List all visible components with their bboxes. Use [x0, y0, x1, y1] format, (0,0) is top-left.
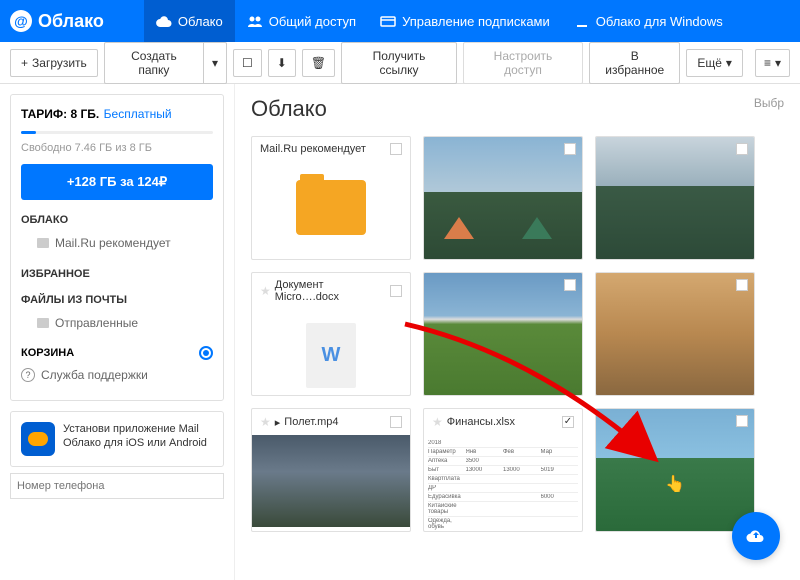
- file-name: Mail.Ru рекомендует: [260, 143, 366, 155]
- star-icon[interactable]: ★: [260, 284, 271, 298]
- download-arrow-icon: ⬇: [277, 56, 287, 70]
- upload-button[interactable]: +Загрузить: [10, 49, 98, 77]
- cloud-icon: [156, 13, 172, 29]
- brand-logo[interactable]: @ Облако: [10, 10, 104, 32]
- more-button[interactable]: Ещё ▾: [686, 49, 743, 77]
- nav-cloud[interactable]: Облако: [144, 0, 235, 42]
- file-checkbox[interactable]: [736, 279, 748, 291]
- at-icon: @: [10, 10, 32, 32]
- sidebar: ТАРИФ: 8 ГБ. Бесплатный Свободно 7.46 ГБ…: [0, 84, 235, 580]
- file-checkbox[interactable]: [562, 416, 574, 428]
- nav-shared[interactable]: Общий доступ: [235, 0, 368, 42]
- tariff-label: ТАРИФ: 8 ГБ.: [21, 107, 99, 121]
- section-cloud: ОБЛАКО: [21, 214, 213, 226]
- brand-text: Облако: [38, 11, 104, 32]
- section-favorites: ИЗБРАННОЕ: [21, 268, 213, 280]
- spreadsheet-preview: 2018ПараметрЯнвФевМарАптека3500Быт130001…: [424, 435, 582, 527]
- trash-radio-icon[interactable]: [199, 346, 213, 360]
- folder-icon: [37, 238, 49, 248]
- checkbox-icon: ☐: [242, 56, 253, 70]
- file-checkbox[interactable]: [390, 285, 402, 297]
- file-checkbox[interactable]: [390, 143, 402, 155]
- section-trash[interactable]: КОРЗИНА: [21, 347, 74, 359]
- folder-icon: [37, 318, 49, 328]
- download-button[interactable]: ⬇: [268, 49, 296, 77]
- delete-button[interactable]: 🗑: [302, 49, 335, 77]
- file-card-docx[interactable]: ★ Документ Micro….docx W: [251, 272, 411, 396]
- plus-icon: +: [21, 56, 28, 70]
- section-mailfiles: ФАЙЛЫ ИЗ ПОЧТЫ: [21, 294, 213, 306]
- select-hint: Выбр: [754, 96, 784, 122]
- storage-progress: [21, 131, 213, 134]
- card-icon: [380, 13, 396, 29]
- upgrade-button[interactable]: +128 ГБ за 124₽: [21, 164, 213, 200]
- top-header: @ Облако Облако Общий доступ Управление …: [0, 0, 800, 42]
- toolbar: +Загрузить Создать папку ▾ ☐ ⬇ 🗑 Получит…: [0, 42, 800, 84]
- configure-access-button[interactable]: Настроить доступ: [463, 42, 583, 84]
- folder-large-icon: [296, 180, 366, 235]
- nav-windows[interactable]: Облако для Windows: [562, 0, 735, 42]
- file-card-photo[interactable]: [423, 136, 583, 260]
- file-name: Документ Micro….docx: [275, 279, 387, 303]
- promo-text: Установи приложение Mail Облако для iOS …: [63, 422, 213, 451]
- trash-icon: 🗑: [311, 56, 326, 70]
- support-link[interactable]: ?Служба поддержки: [21, 360, 213, 390]
- question-icon: ?: [21, 368, 35, 382]
- phone-input[interactable]: [10, 473, 224, 499]
- file-card-photo[interactable]: [595, 136, 755, 260]
- pointer-cursor-icon: 👆: [665, 474, 685, 494]
- file-checkbox[interactable]: [390, 416, 402, 428]
- file-checkbox[interactable]: [564, 279, 576, 291]
- file-checkbox[interactable]: [736, 415, 748, 427]
- free-space-text: Свободно 7.46 ГБ из 8 ГБ: [21, 142, 213, 154]
- mobile-app-promo: Установи приложение Mail Облако для iOS …: [10, 411, 224, 467]
- nav-subscriptions[interactable]: Управление подписками: [368, 0, 562, 42]
- page-title: Облако: [251, 96, 327, 122]
- file-card-folder[interactable]: Mail.Ru рекомендует: [251, 136, 411, 260]
- play-icon: ▸: [275, 416, 281, 429]
- star-icon[interactable]: ★: [432, 415, 443, 429]
- upload-fab[interactable]: [732, 512, 780, 560]
- file-card-video[interactable]: ★ ▸Полет.mp4: [251, 408, 411, 532]
- file-checkbox[interactable]: [736, 143, 748, 155]
- tariff-plan-link[interactable]: Бесплатный: [104, 107, 172, 121]
- create-folder-group: Создать папку ▾: [104, 42, 227, 84]
- sidebar-item-sent[interactable]: Отправленные: [21, 312, 213, 334]
- list-icon: ≡: [764, 56, 771, 70]
- file-card-photo[interactable]: [423, 272, 583, 396]
- download-icon: [574, 13, 590, 29]
- star-icon[interactable]: ★: [260, 415, 271, 429]
- top-nav: Облако Общий доступ Управление подпискам…: [144, 0, 735, 42]
- file-card-photo[interactable]: [595, 272, 755, 396]
- file-card-xlsx[interactable]: ★ Финансы.xlsx 2018ПараметрЯнвФевМарАптек…: [423, 408, 583, 532]
- sidebar-item-recommend[interactable]: Mail.Ru рекомендует: [21, 232, 213, 254]
- get-link-button[interactable]: Получить ссылку: [341, 42, 457, 84]
- file-checkbox[interactable]: [564, 143, 576, 155]
- create-folder-dropdown[interactable]: ▾: [204, 42, 227, 84]
- view-mode-button[interactable]: ≡▾: [755, 49, 790, 77]
- tariff-box: ТАРИФ: 8 ГБ. Бесплатный Свободно 7.46 ГБ…: [10, 94, 224, 401]
- app-icon: [21, 422, 55, 456]
- file-card-photo[interactable]: [595, 408, 755, 532]
- file-grid: Mail.Ru рекомендует ★ Документ Micro….doc…: [251, 136, 784, 532]
- file-name: Полет.mp4: [284, 416, 338, 428]
- create-folder-button[interactable]: Создать папку: [104, 42, 204, 84]
- select-all-button[interactable]: ☐: [233, 49, 262, 77]
- file-name: Финансы.xlsx: [447, 416, 515, 428]
- word-doc-icon: W: [306, 323, 356, 388]
- favorites-button[interactable]: В избранное: [589, 42, 680, 84]
- content-area: Облако Выбр Mail.Ru рекомендует ★ Докумен…: [235, 84, 800, 580]
- people-icon: [247, 13, 263, 29]
